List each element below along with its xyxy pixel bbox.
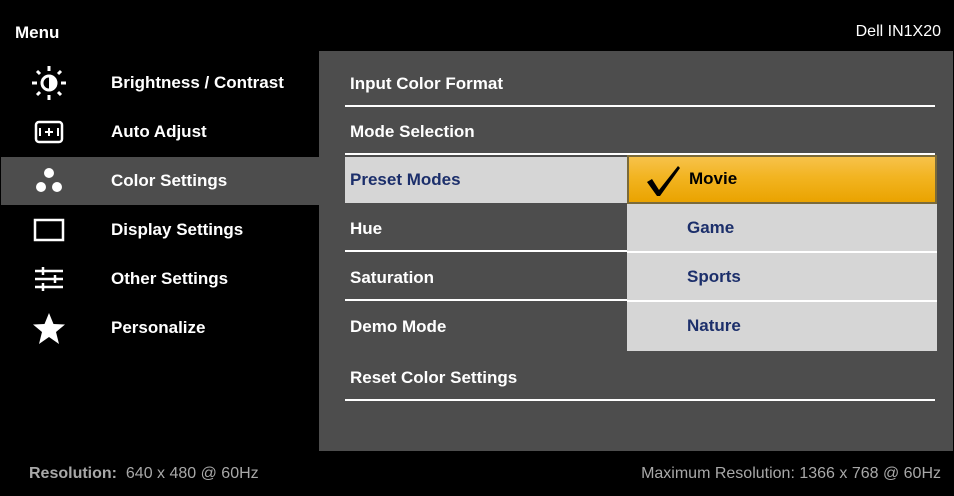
menu-item-other-settings[interactable]: Other Settings [1, 255, 319, 303]
menu-item-label: Auto Adjust [111, 122, 207, 141]
menu-item-color-settings[interactable]: Color Settings [1, 157, 319, 205]
submenu-item-label: Demo Mode [350, 317, 447, 336]
submenu-item-label: Input Color Format [350, 74, 503, 93]
preset-option-label: Nature [687, 316, 741, 335]
preset-option-movie[interactable]: Movie [627, 155, 937, 204]
preset-option-game[interactable]: Game [627, 204, 937, 253]
preset-option-label: Game [687, 218, 735, 237]
resolution-key: Resolution: [29, 465, 117, 482]
submenu-item-label: Reset Color Settings [350, 368, 518, 387]
osd-footer: Resolution: 640 x 480 @ 60Hz Maximum Res… [1, 451, 953, 495]
menu-item-brightness-contrast[interactable]: Brightness / Contrast [1, 59, 319, 107]
submenu-item-label: Saturation [350, 268, 435, 287]
checkmark-icon [647, 166, 680, 196]
submenu-item-label: Preset Modes [350, 170, 461, 189]
menu-item-label: Color Settings [111, 171, 228, 190]
color-dots-icon [36, 168, 62, 192]
current-resolution: Resolution: 640 x 480 @ 60Hz [29, 465, 259, 483]
submenu-item-mode-selection[interactable]: Mode Selection [345, 109, 935, 155]
menu-item-label: Brightness / Contrast [111, 73, 284, 92]
divider [345, 105, 935, 107]
preset-modes-options: Movie Game Sports Nature [627, 155, 937, 351]
submenu-item-input-color-format[interactable]: Input Color Format [345, 61, 935, 107]
sliders-icon [35, 267, 63, 291]
monitor-model: Dell IN1X20 [855, 23, 941, 40]
color-settings-submenu: Input Color Format Mode Selection Preset… [319, 51, 953, 451]
monitor-osd-menu: Menu Dell IN1X20 Brightness / Contrast A… [0, 0, 954, 496]
maximum-resolution: Maximum Resolution: 1366 x 768 @ 60Hz [641, 465, 941, 482]
main-menu: Brightness / Contrast Auto Adjust Color … [1, 51, 319, 451]
divider [345, 399, 935, 401]
submenu-item-saturation[interactable]: Saturation [345, 255, 628, 301]
auto-adjust-icon [34, 120, 64, 144]
submenu-item-hue[interactable]: Hue [345, 206, 628, 252]
osd-header: Menu Dell IN1X20 [1, 1, 953, 51]
submenu-item-label: Hue [350, 219, 383, 238]
brightness-icon [32, 66, 66, 100]
submenu-item-label: Mode Selection [350, 122, 475, 141]
submenu-item-preset-modes[interactable]: Preset Modes [345, 157, 628, 203]
divider [345, 299, 628, 301]
menu-item-label: Display Settings [111, 220, 244, 239]
submenu-item-demo-mode[interactable]: Demo Mode [345, 304, 628, 350]
menu-item-auto-adjust[interactable]: Auto Adjust [1, 108, 319, 156]
menu-item-label: Other Settings [111, 269, 229, 288]
star-icon [33, 313, 65, 344]
menu-item-display-settings[interactable]: Display Settings [1, 206, 319, 254]
preset-option-label: Movie [689, 169, 738, 188]
preset-option-label: Sports [687, 267, 741, 286]
menu-title: Menu [15, 23, 60, 42]
submenu-item-reset-color-settings[interactable]: Reset Color Settings [345, 355, 935, 401]
divider [345, 250, 628, 252]
menu-item-personalize[interactable]: Personalize [1, 304, 319, 352]
display-rect-icon [33, 218, 65, 242]
resolution-value: 640 x 480 @ 60Hz [125, 465, 259, 482]
preset-option-sports[interactable]: Sports [627, 253, 937, 302]
preset-option-nature[interactable]: Nature [627, 302, 937, 351]
menu-item-label: Personalize [111, 318, 206, 337]
